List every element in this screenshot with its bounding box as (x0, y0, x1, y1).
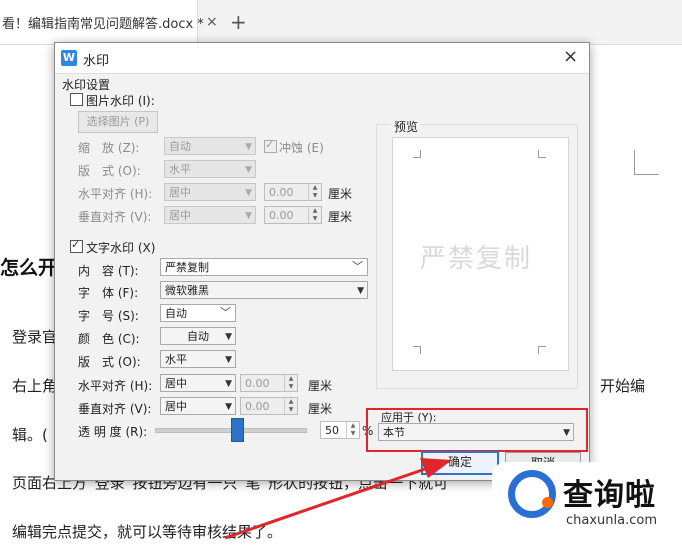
logo-name: 查询啦 (563, 478, 656, 513)
arrow-shaft (224, 466, 429, 540)
arrow-head (420, 458, 452, 478)
logo-url: chaxunla.com (566, 513, 657, 528)
search-logo-icon (508, 470, 556, 518)
